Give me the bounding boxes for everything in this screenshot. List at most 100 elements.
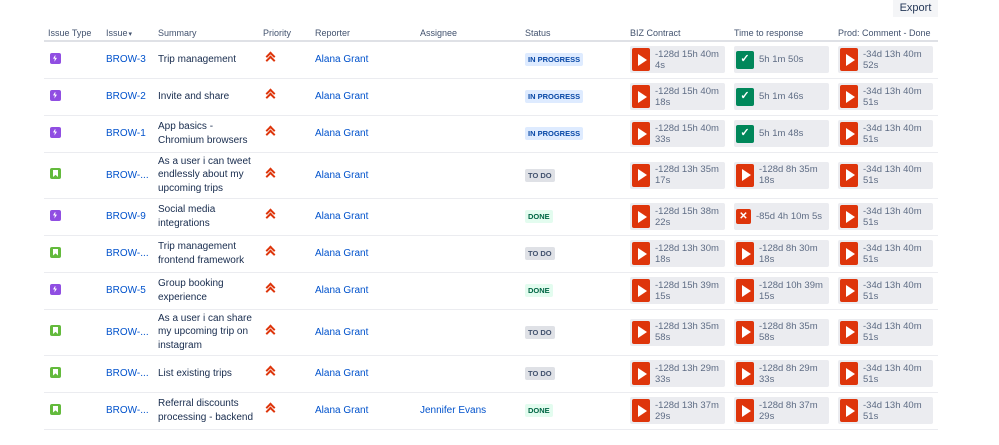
time-to-response-sla[interactable]: ✓ 5h 1m 46s	[734, 83, 829, 110]
status-lozenge[interactable]: DONE	[525, 404, 553, 417]
issue-summary[interactable]: Trip management	[158, 53, 255, 67]
table-row[interactable]: BROW-... List existing trips Alana Grant…	[44, 355, 938, 392]
time-to-response-sla[interactable]: ✓ 5h 1m 50s	[734, 46, 829, 74]
status-lozenge[interactable]: TO DO	[525, 325, 555, 339]
table-row[interactable]: BROW-... Trip management frontend framew…	[44, 235, 938, 272]
issue-summary[interactable]: App basics - Chromium browsers	[158, 120, 255, 147]
issue-summary[interactable]: As a user i can share my upcoming trip o…	[158, 312, 255, 353]
status-lozenge[interactable]: TO DO	[525, 367, 555, 380]
biz-contract-sla[interactable]: -128d 13h 35m 17s	[630, 161, 725, 189]
issue-summary[interactable]: List existing trips	[158, 367, 255, 381]
biz-contract-sla[interactable]: -128d 13h 35m 58s	[630, 318, 725, 346]
column-header-summary[interactable]: Summary	[154, 25, 259, 42]
prod-comment-done-sla[interactable]: -34d 13h 40m 52s	[838, 46, 933, 74]
biz-contract-sla[interactable]: -128d 15h 39m 15s	[630, 277, 725, 304]
sla-time: -128d 8h 30m 18s	[759, 242, 818, 265]
status-lozenge[interactable]: TO DO	[525, 247, 555, 260]
cell-prod-comment-done: -34d 13h 40m 51s	[834, 272, 938, 309]
time-to-response-sla[interactable]: -128d 8h 37m 29s	[734, 397, 829, 424]
reporter-link[interactable]: Alana Grant	[315, 128, 368, 139]
table-row[interactable]: BROW-5 Group booking experience Alana Gr…	[44, 272, 938, 309]
prod-comment-done-sla[interactable]: -34d 13h 40m 51s	[838, 203, 933, 230]
table-row[interactable]: BROW-1 App basics - Chromium browsers Al…	[44, 115, 938, 152]
reporter-link[interactable]: Alana Grant	[315, 368, 368, 379]
biz-contract-sla[interactable]: -128d 13h 37m 29s	[630, 397, 725, 424]
issue-key-link[interactable]: BROW-...	[106, 248, 150, 259]
prod-comment-done-sla[interactable]: -34d 13h 40m 51s	[838, 120, 933, 147]
table-row[interactable]: BROW-2 Invite and share Alana Grant IN P…	[44, 78, 938, 115]
issue-key-link[interactable]: BROW-2	[106, 91, 150, 102]
prod-comment-done-sla[interactable]: -34d 13h 40m 51s	[838, 83, 933, 110]
table-row[interactable]: BROW-3 Trip management Alana Grant IN PR…	[44, 41, 938, 78]
issue-key-link[interactable]: BROW-...	[106, 368, 150, 379]
biz-contract-sla[interactable]: -128d 15h 40m 18s	[630, 83, 725, 110]
biz-contract-sla[interactable]: -128d 13h 30m 18s	[630, 240, 725, 267]
column-header-assignee[interactable]: Assignee	[416, 25, 521, 42]
status-lozenge[interactable]: IN PROGRESS	[525, 53, 584, 67]
time-to-response-sla[interactable]: ✓ 5h 1m 48s	[734, 120, 829, 147]
time-to-response-sla[interactable]: -128d 8h 30m 18s	[734, 240, 829, 267]
cell-priority	[259, 152, 311, 198]
issue-summary[interactable]: Trip management frontend framework	[158, 240, 255, 267]
prod-comment-done-sla[interactable]: -34d 13h 40m 51s	[838, 277, 933, 304]
sla-time: -128d 15h 39m 15s	[655, 279, 719, 302]
time-to-response-sla[interactable]: -128d 10h 39m 15s	[734, 277, 829, 304]
biz-contract-sla[interactable]: -128d 15h 38m 22s	[630, 203, 725, 230]
reporter-link[interactable]: Alana Grant	[315, 170, 368, 181]
issue-key-link[interactable]: BROW-...	[106, 170, 150, 181]
column-header-issue[interactable]: Issue▾	[102, 25, 154, 42]
issue-summary[interactable]: As a user i can tweet endlessly about my…	[158, 155, 255, 196]
time-to-response-sla[interactable]: -128d 8h 29m 33s	[734, 360, 829, 387]
column-header-prod-comment-done[interactable]: Prod: Comment - Done	[834, 25, 938, 42]
reporter-link[interactable]: Alana Grant	[315, 248, 368, 259]
status-lozenge[interactable]: DONE	[525, 284, 553, 297]
column-header-priority[interactable]: Priority	[259, 25, 311, 42]
sla-time: -34d 13h 40m 51s	[863, 164, 922, 186]
issue-key-link[interactable]: BROW-5	[106, 285, 150, 296]
table-row[interactable]: BROW-... As a user i can tweet endlessly…	[44, 152, 938, 198]
prod-comment-done-sla[interactable]: -34d 13h 40m 51s	[838, 397, 933, 424]
table-row[interactable]: BROW-... As a user i can share my upcomi…	[44, 309, 938, 355]
status-lozenge[interactable]: TO DO	[525, 168, 555, 182]
prod-comment-done-sla[interactable]: -34d 13h 40m 51s	[838, 318, 933, 346]
export-button[interactable]: Export	[893, 0, 938, 17]
table-row[interactable]: BROW-... Referral discounts processing -…	[44, 392, 938, 429]
time-to-response-sla[interactable]: -128d 8h 35m 18s	[734, 161, 829, 189]
issue-summary[interactable]: Social media integrations	[158, 203, 255, 230]
column-header-biz-contract[interactable]: BIZ Contract	[626, 25, 730, 42]
prod-comment-done-sla[interactable]: -34d 13h 40m 51s	[838, 360, 933, 387]
issue-key-link[interactable]: BROW-3	[106, 54, 150, 65]
biz-contract-sla[interactable]: -128d 13h 29m 33s	[630, 360, 725, 387]
reporter-link[interactable]: Alana Grant	[315, 54, 368, 65]
reporter-link[interactable]: Alana Grant	[315, 405, 368, 416]
prod-comment-done-sla[interactable]: -34d 13h 40m 51s	[838, 240, 933, 267]
bookmark-icon	[50, 246, 61, 258]
status-lozenge[interactable]: DONE	[525, 210, 553, 223]
time-to-response-sla[interactable]: ✕ -85d 4h 10m 5s	[734, 203, 829, 230]
assignee-link[interactable]: Jennifer Evans	[420, 405, 486, 416]
column-header-reporter[interactable]: Reporter	[311, 25, 416, 42]
prod-comment-done-sla[interactable]: -34d 13h 40m 51s	[838, 161, 933, 189]
reporter-link[interactable]: Alana Grant	[315, 285, 368, 296]
column-header-status[interactable]: Status	[521, 25, 626, 42]
reporter-link[interactable]: Alana Grant	[315, 327, 368, 338]
issue-key-link[interactable]: BROW-1	[106, 128, 150, 139]
lightning-icon	[50, 283, 61, 295]
time-to-response-sla[interactable]: -128d 8h 35m 58s	[734, 318, 829, 346]
biz-contract-sla[interactable]: -128d 15h 40m 4s	[630, 46, 725, 74]
issue-summary[interactable]: Referral discounts processing - backend	[158, 397, 255, 424]
status-lozenge[interactable]: IN PROGRESS	[525, 127, 584, 140]
reporter-link[interactable]: Alana Grant	[315, 91, 368, 102]
column-header-issue-type[interactable]: Issue Type	[44, 25, 102, 42]
table-row[interactable]: BROW-9 Social media integrations Alana G…	[44, 198, 938, 235]
status-lozenge[interactable]: IN PROGRESS	[525, 90, 584, 103]
play-icon	[637, 284, 647, 297]
issue-key-link[interactable]: BROW-9	[106, 211, 150, 222]
issue-summary[interactable]: Invite and share	[158, 90, 255, 104]
issue-key-link[interactable]: BROW-...	[106, 327, 150, 338]
column-header-time-to-response[interactable]: Time to response	[730, 25, 834, 42]
biz-contract-sla[interactable]: -128d 15h 40m 33s	[630, 120, 725, 147]
issue-key-link[interactable]: BROW-...	[106, 405, 150, 416]
issue-summary[interactable]: Group booking experience	[158, 277, 255, 304]
reporter-link[interactable]: Alana Grant	[315, 211, 368, 222]
